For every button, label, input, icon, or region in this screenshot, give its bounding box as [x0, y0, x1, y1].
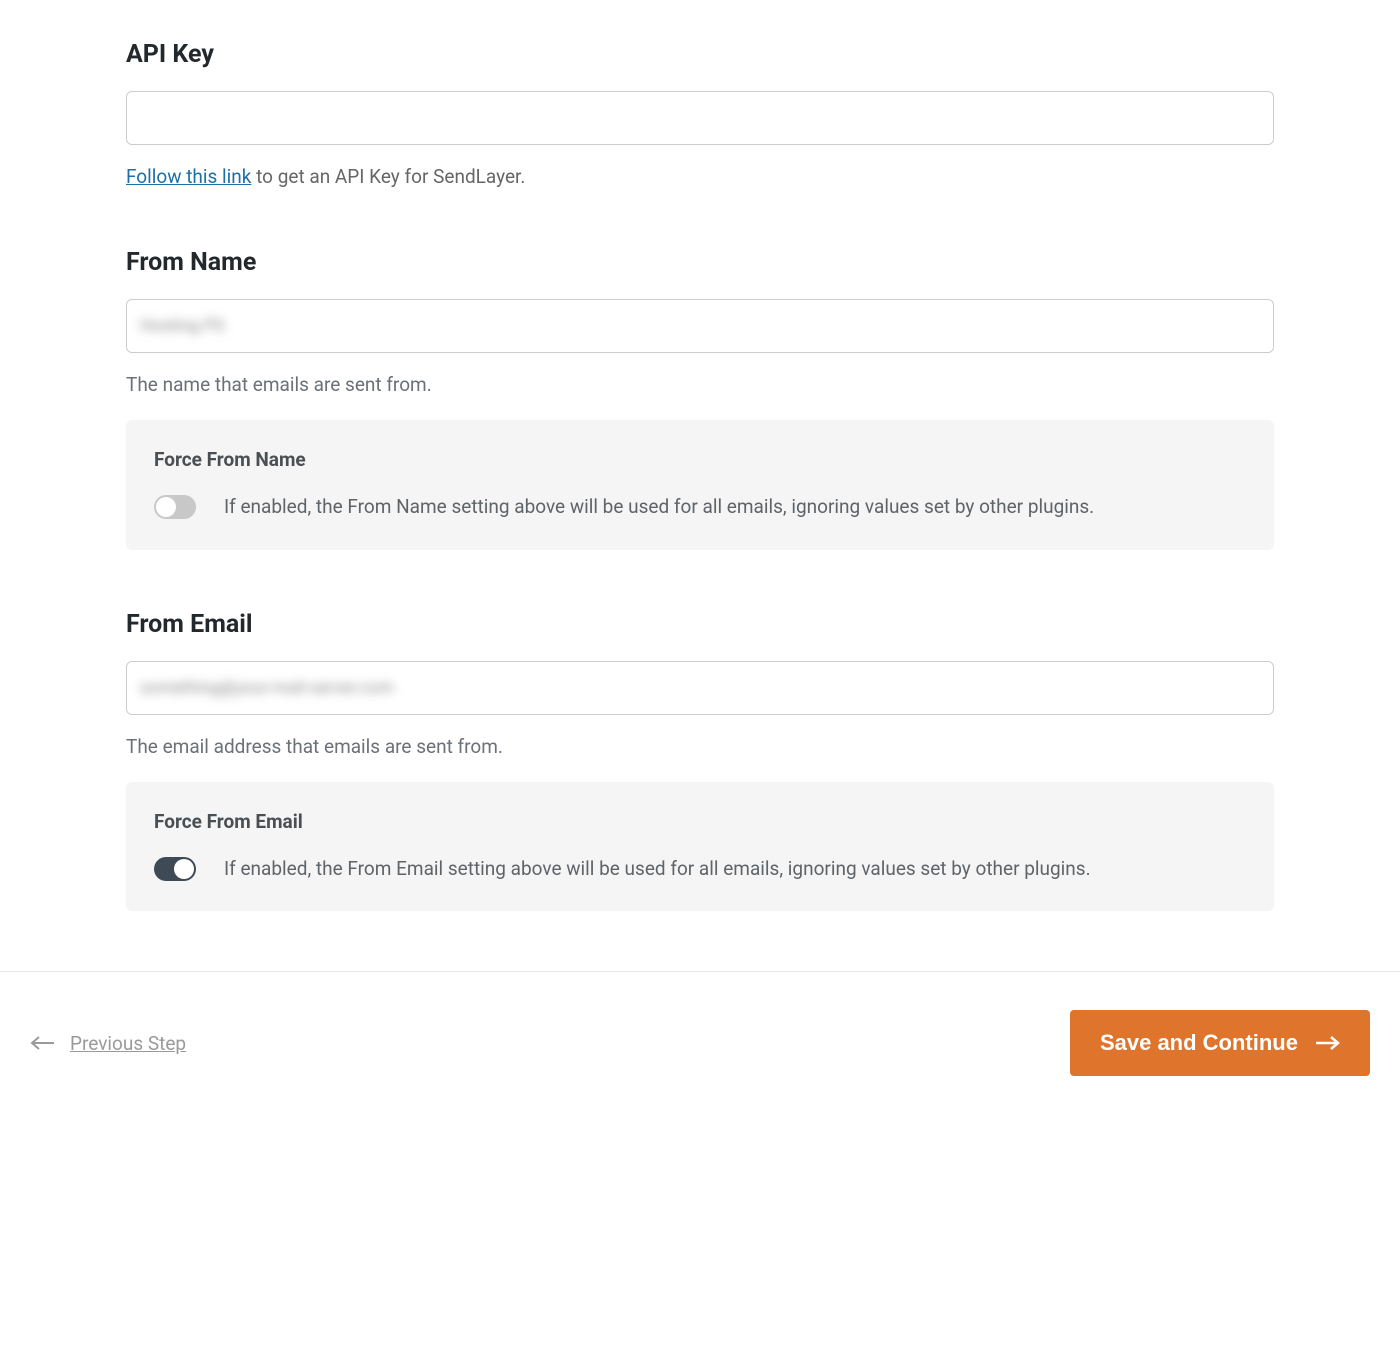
from-name-section: From Name Hosting PS The name that email…	[126, 248, 1274, 550]
previous-step-label: Previous Step	[70, 1032, 186, 1055]
force-from-name-description: If enabled, the From Name setting above …	[224, 493, 1094, 522]
from-email-description: The email address that emails are sent f…	[126, 735, 1274, 758]
from-email-input[interactable]	[126, 661, 1274, 715]
api-key-label: API Key	[126, 40, 1274, 69]
force-from-email-toggle[interactable]	[154, 857, 196, 881]
api-key-helper: Follow this link to get an API Key for S…	[126, 165, 1274, 188]
from-name-input[interactable]	[126, 299, 1274, 353]
previous-step-button[interactable]: Previous Step	[30, 1032, 186, 1055]
force-from-email-panel: Force From Email If enabled, the From Em…	[126, 782, 1274, 912]
arrow-right-icon	[1314, 1036, 1340, 1050]
api-key-link[interactable]: Follow this link	[126, 165, 251, 188]
force-from-email-description: If enabled, the From Email setting above…	[224, 855, 1091, 884]
from-name-description: The name that emails are sent from.	[126, 373, 1274, 396]
force-from-email-title: Force From Email	[154, 810, 1246, 833]
force-from-name-title: Force From Name	[154, 448, 1246, 471]
api-key-section: API Key Follow this link to get an API K…	[126, 40, 1274, 188]
from-email-section: From Email something@your-mail-server.co…	[126, 610, 1274, 912]
save-and-continue-label: Save and Continue	[1100, 1030, 1298, 1056]
from-email-label: From Email	[126, 610, 1274, 639]
api-key-input[interactable]	[126, 91, 1274, 145]
force-from-name-toggle[interactable]	[154, 495, 196, 519]
api-key-help-suffix: to get an API Key for SendLayer.	[251, 165, 525, 188]
save-and-continue-button[interactable]: Save and Continue	[1070, 1010, 1370, 1076]
force-from-name-panel: Force From Name If enabled, the From Nam…	[126, 420, 1274, 550]
arrow-left-icon	[30, 1036, 56, 1050]
from-name-label: From Name	[126, 248, 1274, 277]
footer: Previous Step Save and Continue	[0, 971, 1400, 1116]
